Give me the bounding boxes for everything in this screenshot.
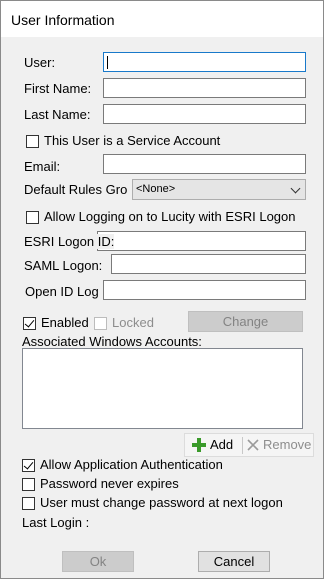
user-information-dialog: User Information User: First Name: Last … — [0, 0, 324, 579]
user-label: User: — [24, 55, 56, 70]
enabled-label: Enabled — [41, 315, 89, 330]
window-title: User Information — [11, 12, 115, 28]
last-login-label: Last Login : — [22, 515, 90, 530]
change-button[interactable]: Change — [188, 311, 303, 332]
user-field[interactable] — [103, 52, 306, 72]
must-change-password-checkbox[interactable] — [22, 497, 35, 510]
plus-icon — [192, 438, 206, 452]
first-name-label: First Name: — [24, 81, 92, 96]
default-rules-value: <None> — [136, 183, 176, 195]
chevron-down-icon — [290, 183, 301, 194]
open-id-label: Open ID Log — [25, 284, 99, 299]
allow-app-auth-label: Allow Application Authentication — [40, 457, 223, 472]
esri-logon-id-label: ESRI Logon ID: — [24, 234, 115, 249]
allow-app-auth-checkbox[interactable] — [22, 459, 35, 472]
last-name-field[interactable] — [103, 104, 306, 124]
add-account-button[interactable]: Add — [189, 434, 245, 456]
default-rules-select[interactable]: <None> — [132, 179, 306, 200]
service-account-label: This User is a Service Account — [44, 133, 221, 148]
first-name-field[interactable] — [103, 78, 306, 98]
remove-label: Remove — [263, 437, 312, 452]
x-icon — [247, 439, 259, 451]
title-bar: User Information — [1, 1, 323, 37]
esri-logon-id-field[interactable] — [97, 231, 306, 251]
toolbar-separator — [242, 437, 243, 454]
cancel-button[interactable]: Cancel — [198, 551, 270, 572]
locked-label: Locked — [112, 315, 154, 330]
password-never-expires-checkbox[interactable] — [22, 478, 35, 491]
ok-button[interactable]: Ok — [62, 551, 134, 572]
remove-account-button[interactable]: Remove — [245, 434, 313, 456]
email-field[interactable] — [103, 154, 306, 174]
default-rules-label: Default Rules Gro — [24, 182, 128, 197]
service-account-checkbox[interactable] — [26, 135, 39, 148]
must-change-password-label: User must change password at next logon — [40, 495, 283, 510]
windows-accounts-toolbar: Add Remove — [184, 433, 314, 457]
last-name-label: Last Name: — [24, 107, 91, 122]
windows-accounts-label: Associated Windows Accounts: — [22, 334, 202, 349]
text-caret — [107, 56, 108, 69]
locked-checkbox[interactable] — [94, 317, 107, 330]
saml-logon-field[interactable] — [111, 254, 306, 274]
esri-logon-checkbox[interactable] — [26, 211, 39, 224]
open-id-field[interactable] — [103, 280, 306, 300]
add-label: Add — [210, 437, 234, 452]
windows-accounts-list[interactable] — [22, 348, 303, 429]
esri-logon-checkbox-label: Allow Logging on to Lucity with ESRI Log… — [44, 209, 296, 224]
email-label: Email: — [24, 159, 61, 174]
password-never-expires-label: Password never expires — [40, 476, 179, 491]
enabled-checkbox[interactable] — [23, 317, 36, 330]
saml-logon-label: SAML Logon: — [24, 258, 103, 273]
